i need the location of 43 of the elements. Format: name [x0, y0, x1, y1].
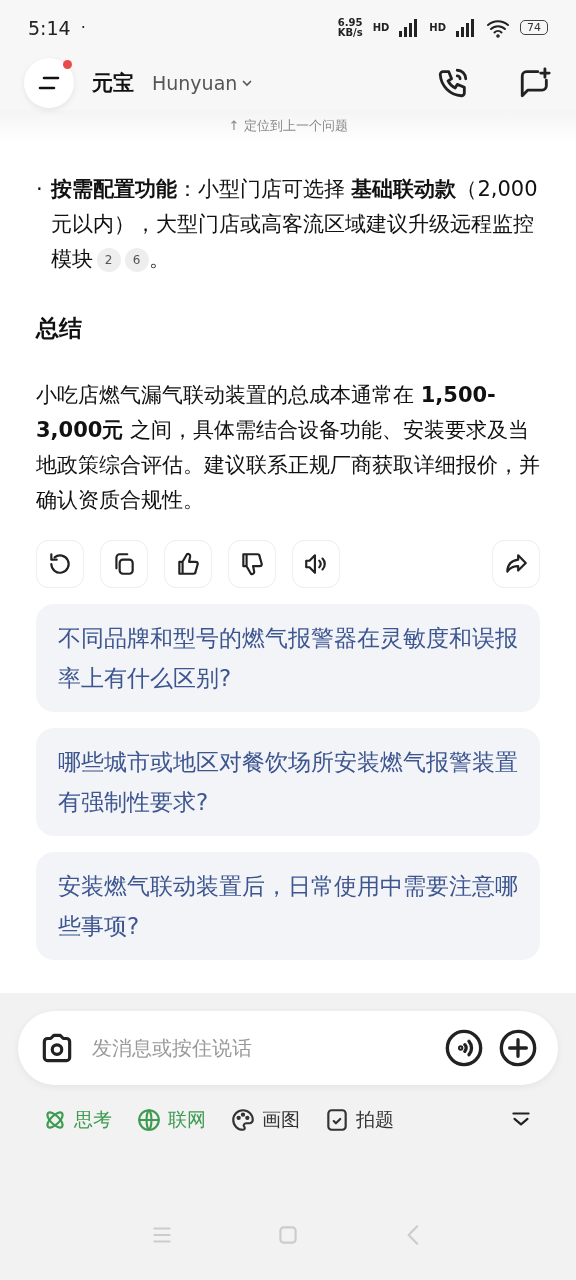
network-speed: 6.95 KB/s — [337, 17, 363, 38]
plus-icon — [498, 1028, 538, 1068]
menu-button[interactable] — [24, 57, 74, 108]
app-title: 元宝 — [92, 69, 134, 97]
share-button[interactable] — [492, 540, 540, 588]
section-heading: 总结 — [36, 314, 83, 343]
suggested-question[interactable]: 不同品牌和型号的燃气报警器在灵敏度和误报率上有什么区别? — [36, 604, 540, 712]
summary-paragraph: 小吃店燃气漏气联动装置的总成本通常在 1,500-3,000元 之间，具体需结合设备功能、安装要求及当地政策综合评估。建议联系正规厂商获取详细报价，并确认资质合规性。 — [36, 382, 540, 514]
chevron-down-icon — [241, 78, 254, 87]
signal-icon — [456, 18, 476, 37]
thumbs-down-icon — [239, 551, 265, 577]
copy-button[interactable] — [100, 540, 148, 588]
suggested-question[interactable]: 安装燃气联动装置后，日常使用中需要注意哪些事项? — [36, 852, 540, 960]
hd-label: HD — [372, 22, 390, 33]
bullet-marker: · — [36, 176, 43, 203]
clock: 5:14 — [28, 16, 71, 39]
menu-icon — [38, 75, 60, 90]
refresh-icon — [47, 551, 73, 577]
like-button[interactable] — [164, 540, 212, 588]
hd-label: HD — [429, 22, 446, 33]
message-input[interactable]: 发消息或按住说话 — [90, 1035, 430, 1061]
tool-toggle[interactable]: 联网 — [136, 1107, 206, 1133]
palette-icon — [230, 1107, 256, 1133]
suggested-question[interactable]: 哪些城市或地区对餐饮场所安装燃气报警装置有强制性要求? — [36, 728, 540, 836]
voice-button[interactable] — [444, 1028, 484, 1068]
new-chat-button[interactable] — [518, 65, 552, 100]
signal-icon — [399, 18, 420, 37]
thumbs-up-icon — [175, 551, 201, 577]
model-selector[interactable]: Hunyuan — [152, 71, 254, 94]
tool-toggle[interactable]: 画图 — [230, 1107, 300, 1133]
read-aloud-button[interactable] — [292, 540, 340, 588]
bullet-text: 按需配置功能：小型门店可选择 基础联动款（2,000元以内），大型门店或高客流区域建议升级远程监控模块 2 6 。 — [50, 176, 539, 274]
jump-to-previous-link[interactable]: ↑ 定位到上一个问题 — [228, 117, 348, 135]
regenerate-button[interactable] — [36, 540, 84, 588]
tool-toggle[interactable]: 拍题 — [324, 1107, 394, 1133]
chat-plus-icon — [518, 65, 552, 100]
add-button[interactable] — [498, 1028, 538, 1068]
dislike-button[interactable] — [228, 540, 276, 588]
battery-level: 74 — [520, 20, 548, 35]
speaker-icon — [303, 551, 329, 577]
voice-wave-icon — [444, 1028, 484, 1068]
status-dot: · — [80, 18, 86, 37]
checklist-icon — [324, 1107, 350, 1133]
